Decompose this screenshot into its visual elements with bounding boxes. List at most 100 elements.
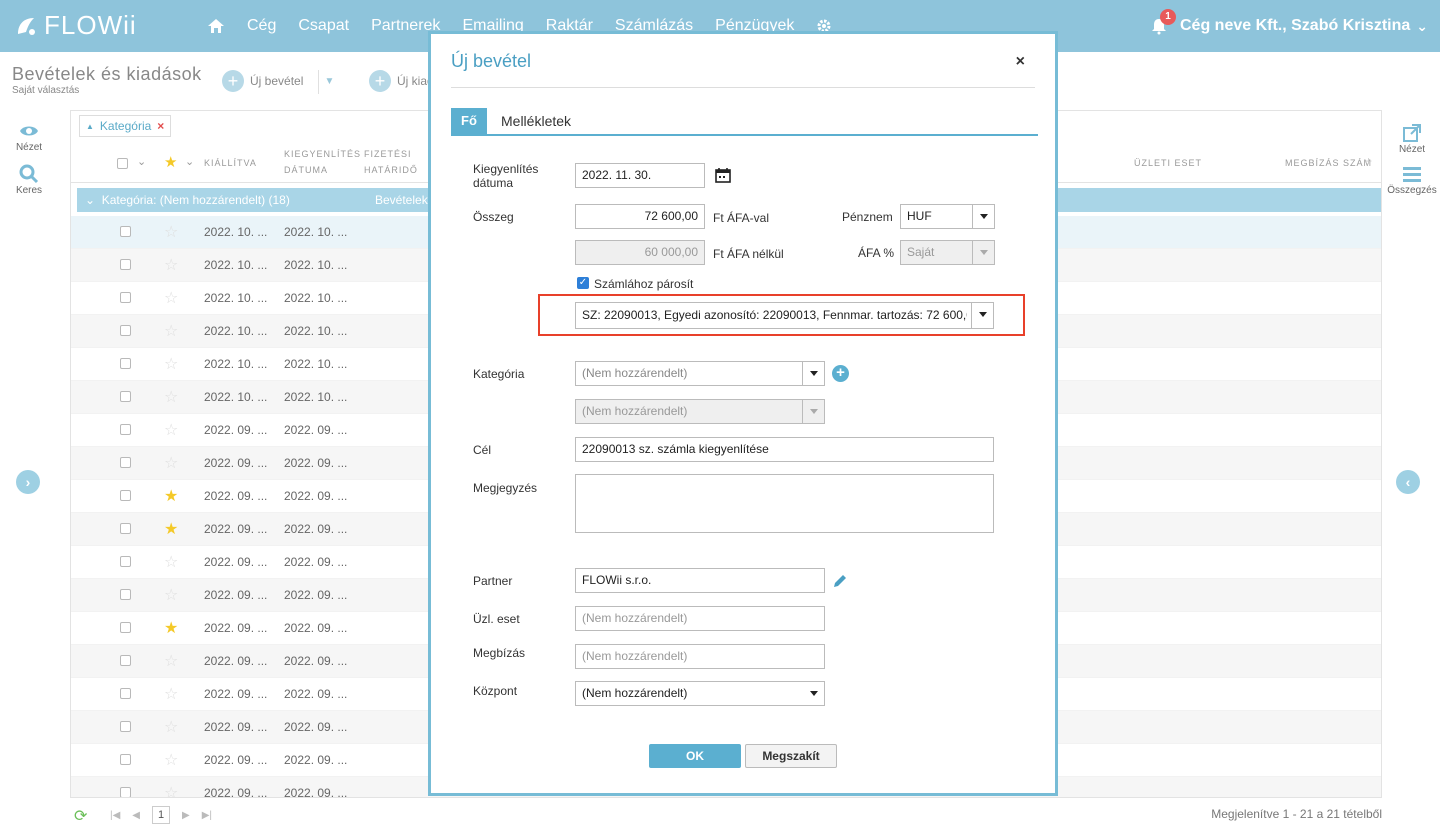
tab-main[interactable]: Fő [451, 108, 487, 134]
page-subtitle[interactable]: Saját választás [12, 85, 79, 96]
last-page-icon[interactable]: ▶| [202, 810, 212, 821]
row-checkbox[interactable] [120, 292, 131, 303]
row-checkbox[interactable] [120, 622, 131, 633]
row-checkbox[interactable] [120, 490, 131, 501]
prev-page-icon[interactable]: ◀ [132, 810, 140, 821]
calendar-icon[interactable] [715, 167, 731, 183]
star-icon[interactable]: ★ [164, 519, 178, 539]
nav-company[interactable]: Cég [247, 17, 276, 35]
row-checkbox[interactable] [120, 787, 131, 797]
remove-filter-icon[interactable]: × [157, 119, 164, 133]
home-icon[interactable] [207, 17, 225, 35]
bell-icon[interactable]: 1 [1150, 9, 1176, 35]
row-checkbox[interactable] [120, 325, 131, 336]
business-input[interactable]: (Nem hozzárendelt) [575, 606, 825, 631]
new-income-dropdown[interactable]: ▼ [318, 70, 340, 94]
row-checkbox[interactable] [120, 226, 131, 237]
row-checkbox[interactable] [120, 556, 131, 567]
new-income-button[interactable]: + Új bevétel [222, 70, 303, 92]
star-icon[interactable]: ☆ [164, 717, 178, 737]
category-filter-chip[interactable]: ▲ Kategória × [79, 115, 172, 137]
star-icon[interactable]: ★ [164, 618, 178, 638]
ok-button[interactable]: OK [649, 744, 741, 768]
nav-team[interactable]: Csapat [298, 17, 349, 35]
col-business[interactable]: ÜZLETI ESET [1134, 156, 1202, 171]
expand-right-arrow-icon[interactable]: ‹ [1396, 470, 1420, 494]
row-checkbox[interactable] [120, 358, 131, 369]
view-label: Nézet [15, 142, 43, 153]
col-due-2[interactable]: HATÁRIDŐ [364, 163, 418, 178]
star-header-icon[interactable]: ★ [164, 153, 177, 171]
row-checkbox[interactable] [120, 589, 131, 600]
next-page-icon[interactable]: ▶ [182, 810, 190, 821]
star-icon[interactable]: ☆ [164, 255, 178, 275]
col-settle-2[interactable]: DÁTUMA [284, 163, 328, 178]
page-number[interactable]: 1 [152, 806, 170, 824]
center-select[interactable]: (Nem hozzárendelt) [575, 681, 825, 706]
pair-invoice-label[interactable]: Számlához párosít [594, 277, 693, 291]
star-icon[interactable]: ☆ [164, 651, 178, 671]
row-checkbox[interactable] [120, 688, 131, 699]
right-view-button[interactable]: Nézet [1384, 122, 1440, 155]
col-issued[interactable]: KIÁLLÍTVA [204, 156, 257, 171]
star-icon[interactable]: ☆ [164, 783, 178, 797]
row-checkbox[interactable] [120, 721, 131, 732]
pair-invoice-checkbox[interactable]: ✓ [577, 277, 589, 289]
vat-select[interactable]: Saját [900, 240, 995, 265]
tab-attachments[interactable]: Mellékletek [501, 108, 571, 134]
star-icon[interactable]: ☆ [164, 321, 178, 341]
row-checkbox[interactable] [120, 259, 131, 270]
cancel-button[interactable]: Megszakít [745, 744, 837, 768]
row-checkbox[interactable] [120, 754, 131, 765]
amount-gross-input[interactable]: 72 600,00 [575, 204, 705, 229]
star-icon[interactable]: ☆ [164, 354, 178, 374]
star-icon[interactable]: ☆ [164, 288, 178, 308]
note-label: Megjegyzés [473, 481, 538, 495]
close-icon[interactable]: × [1016, 53, 1025, 71]
expand-left-arrow-icon[interactable]: › [16, 470, 40, 494]
order-input[interactable]: (Nem hozzárendelt) [575, 644, 825, 669]
star-icon[interactable]: ☆ [164, 750, 178, 770]
star-icon[interactable]: ★ [164, 486, 178, 506]
star-icon[interactable]: ☆ [164, 387, 178, 407]
partner-input[interactable]: FLOWii s.r.o. [575, 568, 825, 593]
subcategory-select[interactable]: (Nem hozzárendelt) [575, 399, 825, 424]
issued-cell: 2022. 10. ... [204, 324, 268, 338]
currency-select[interactable]: HUF [900, 204, 995, 229]
select-all-checkbox[interactable] [117, 158, 128, 169]
search-button[interactable]: Keres [0, 163, 58, 196]
row-checkbox[interactable] [120, 523, 131, 534]
category-select[interactable]: (Nem hozzárendelt) [575, 361, 825, 386]
user-menu[interactable]: 1 Cég neve Kft., Szabó Krisztina ⌄ [1150, 0, 1428, 52]
star-icon[interactable]: ☆ [164, 420, 178, 440]
row-checkbox[interactable] [120, 655, 131, 666]
amount-net-input[interactable]: 60 000,00 [575, 240, 705, 265]
add-category-icon[interactable]: + [832, 365, 849, 382]
goal-input[interactable]: 22090013 sz. számla kiegyenlítése [575, 437, 994, 462]
col-order[interactable]: MEGBÍZÁS SZÁM [1285, 156, 1372, 171]
pencil-icon[interactable] [831, 572, 849, 590]
row-checkbox[interactable] [120, 391, 131, 402]
row-checkbox[interactable] [120, 424, 131, 435]
note-textarea[interactable] [575, 474, 994, 533]
star-icon[interactable]: ☆ [164, 585, 178, 605]
select-menu-chevron-icon[interactable]: ⌄ [137, 155, 146, 168]
star-icon[interactable]: ☆ [164, 684, 178, 704]
refresh-icon[interactable]: ⟳ [74, 806, 87, 826]
order-label: Megbízás [473, 646, 526, 660]
settle-date-input[interactable]: 2022. 11. 30. [575, 163, 705, 188]
view-button[interactable]: Nézet [0, 120, 58, 153]
logo[interactable]: FLOWii [12, 10, 137, 41]
grid-footer: ⟳ |◀ ◀ 1 ▶ ▶| Megjelenítve 1 - 21 a 21 t… [70, 800, 1382, 830]
star-icon[interactable]: ☆ [164, 222, 178, 242]
star-icon[interactable]: ☆ [164, 453, 178, 473]
add-column-icon[interactable]: + [1365, 154, 1372, 168]
star-icon[interactable]: ☆ [164, 552, 178, 572]
settle-date-cell: 2022. 10. ... [284, 357, 348, 371]
summary-button[interactable]: Összegzés [1384, 163, 1440, 196]
col-due-1[interactable]: FIZETÉSI [364, 147, 412, 162]
first-page-icon[interactable]: |◀ [110, 810, 120, 821]
col-settle-1[interactable]: KIEGYENLÍTÉS [284, 147, 361, 162]
row-checkbox[interactable] [120, 457, 131, 468]
star-menu-chevron-icon[interactable]: ⌄ [185, 155, 194, 168]
